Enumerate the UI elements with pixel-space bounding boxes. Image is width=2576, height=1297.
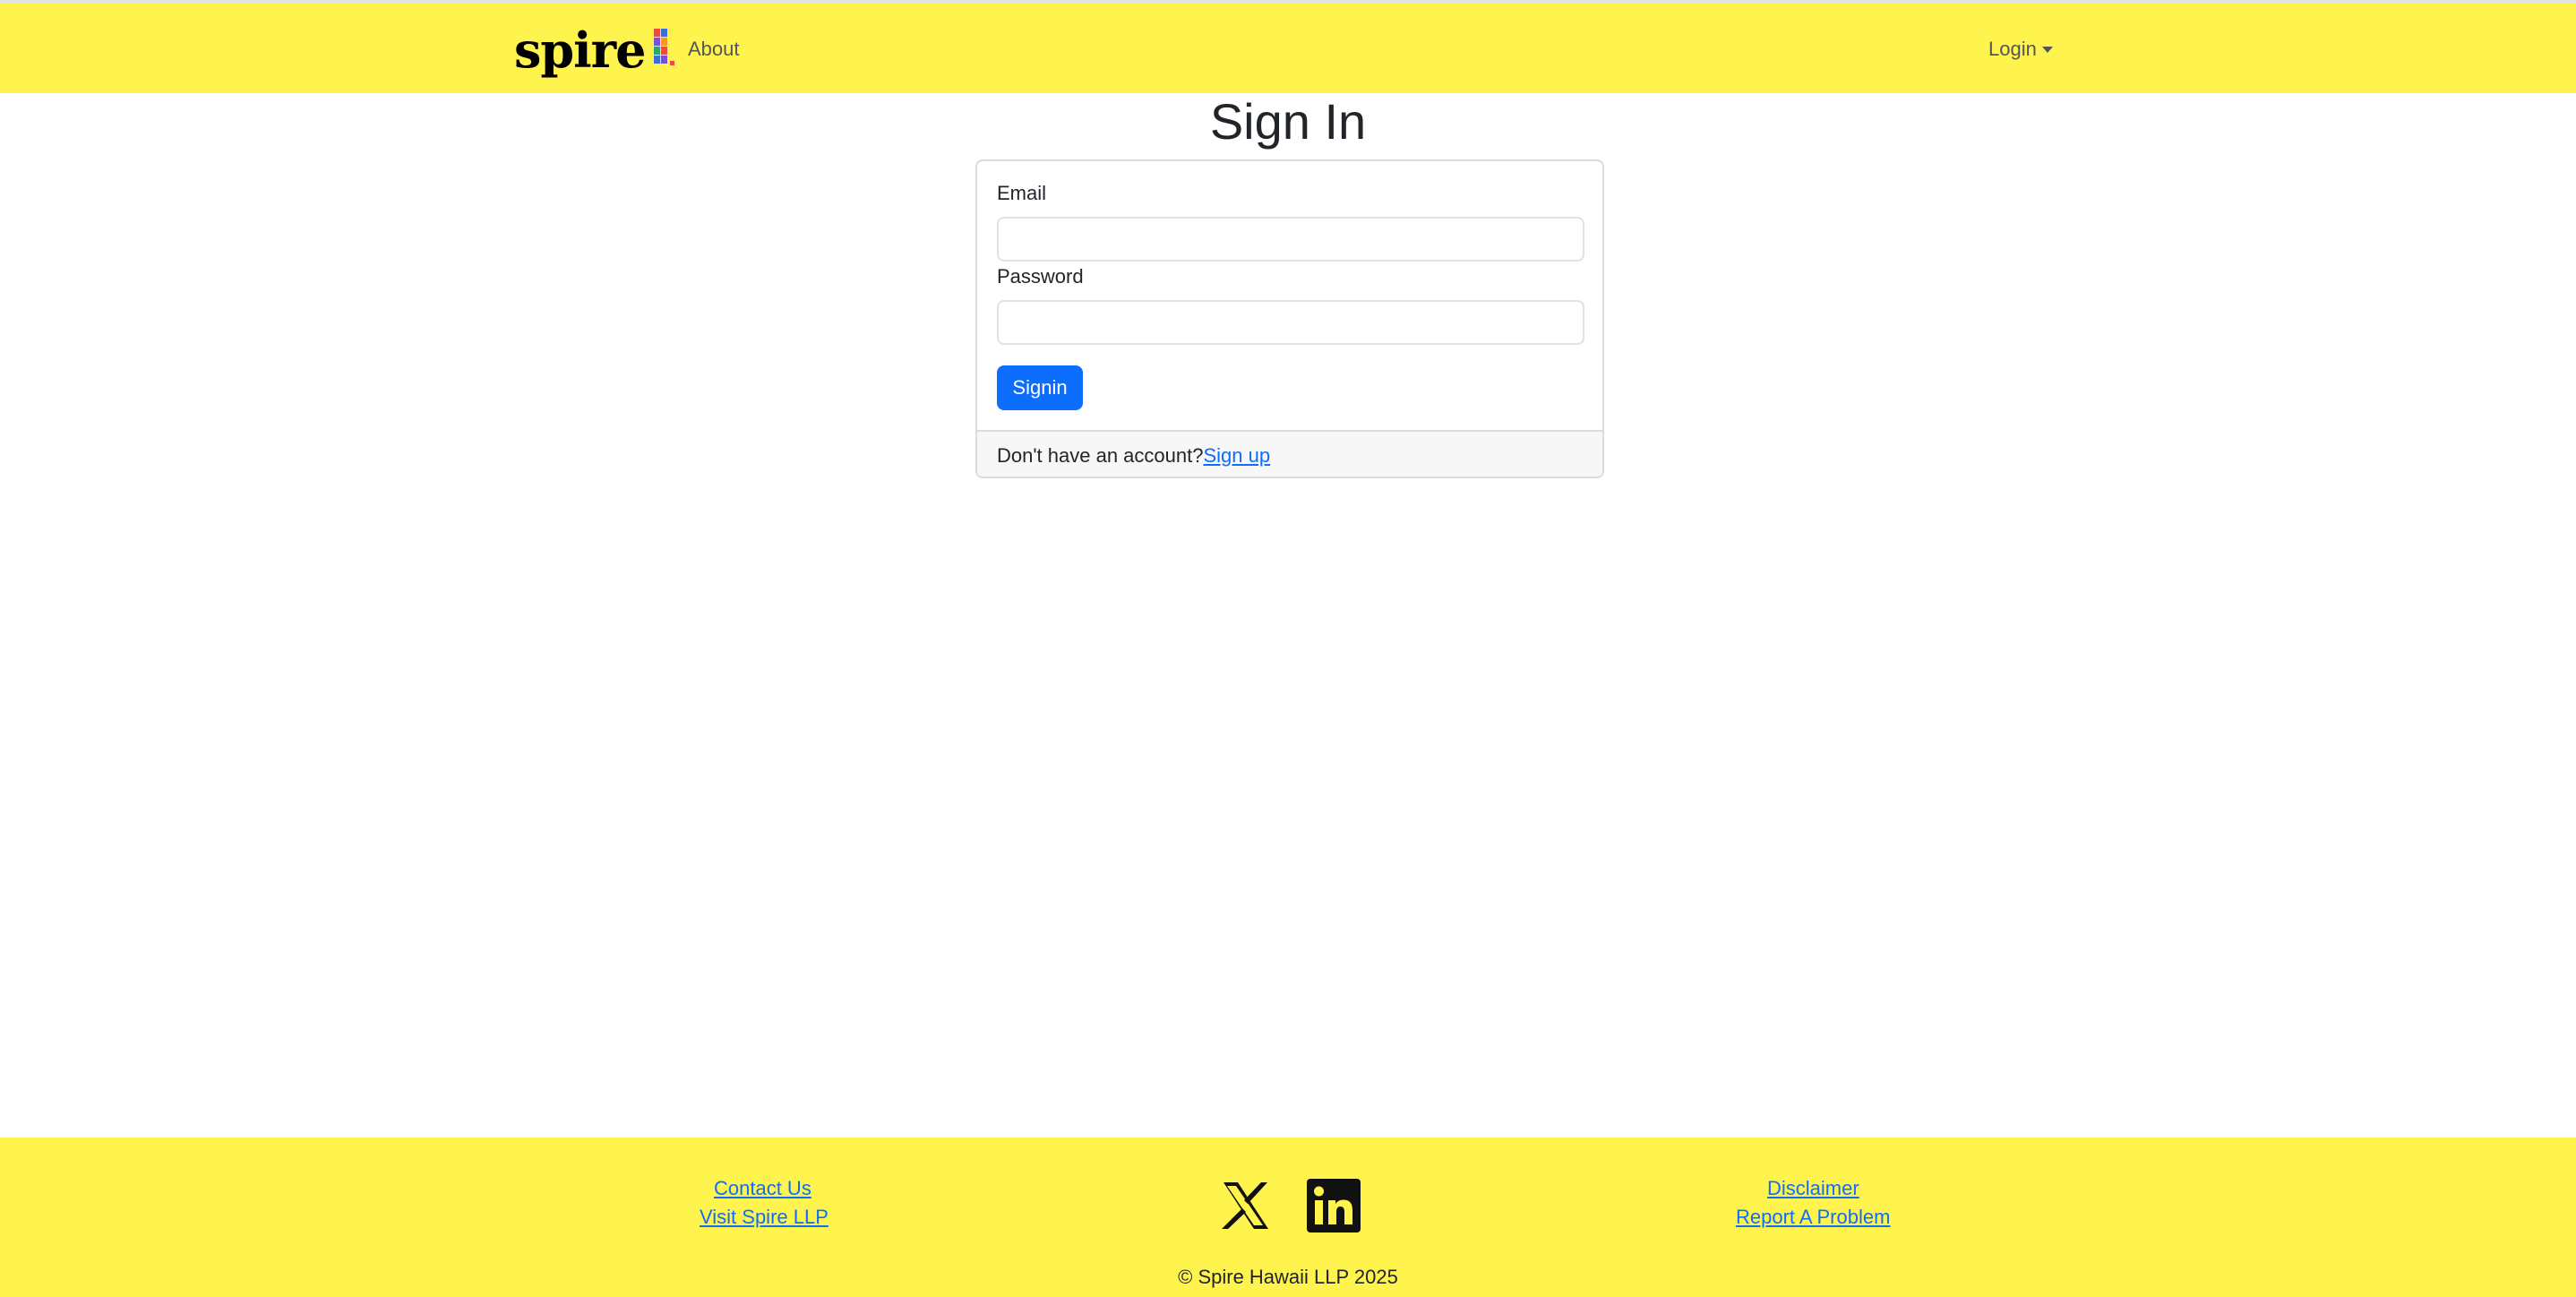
- email-input[interactable]: [997, 217, 1584, 262]
- copyright-text: © Spire Hawaii LLP 2025: [1178, 1266, 1398, 1288]
- login-label: Login: [1988, 38, 2037, 60]
- brand-name: spire: [514, 21, 646, 79]
- signin-card: Email Password Signin Don't have an acco…: [975, 159, 1604, 478]
- navbar: spire About Login: [0, 4, 2576, 93]
- footer: Contact Us Visit Spire LLP Disclaimer Re…: [0, 1138, 2576, 1297]
- page-title: Sign In: [1209, 93, 1367, 150]
- brand-logo-link[interactable]: spire: [514, 23, 677, 77]
- visit-spire-link[interactable]: Visit Spire LLP: [700, 1204, 829, 1231]
- nav-about-link[interactable]: About: [688, 36, 740, 63]
- signin-form: Email Password Signin: [977, 161, 1602, 430]
- x-icon[interactable]: [1218, 1179, 1272, 1237]
- signup-prompt: Don't have an account?: [997, 444, 1204, 467]
- signup-link[interactable]: Sign up: [1203, 444, 1270, 468]
- signin-button[interactable]: Signin: [997, 365, 1083, 410]
- card-footer: Don't have an account? Sign up: [977, 430, 1602, 477]
- password-label: Password: [997, 265, 1084, 288]
- page: spire About Login Sign In Email Password…: [0, 0, 2576, 1297]
- caret-down-icon: [2041, 46, 2053, 53]
- disclaimer-link[interactable]: Disclaimer: [1767, 1175, 1859, 1202]
- contact-us-link[interactable]: Contact Us: [714, 1175, 811, 1202]
- spire-logo-icon: [654, 29, 675, 65]
- linkedin-icon[interactable]: [1307, 1179, 1361, 1237]
- report-problem-link[interactable]: Report A Problem: [1736, 1204, 1890, 1231]
- nav-login-dropdown[interactable]: Login: [1988, 36, 2053, 63]
- email-label: Email: [997, 182, 1047, 204]
- password-input[interactable]: [997, 300, 1584, 345]
